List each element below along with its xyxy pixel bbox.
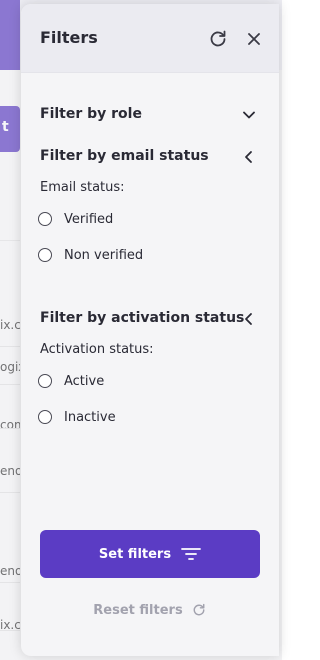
set-filters-button[interactable]: Set filters bbox=[40, 530, 260, 578]
drawer-title: Filters bbox=[40, 28, 98, 47]
radio-button[interactable] bbox=[38, 212, 52, 226]
reset-filters-button[interactable]: Reset filters bbox=[40, 598, 260, 622]
section-title-email-status[interactable]: Filter by email status bbox=[40, 148, 209, 164]
chevron-left-icon[interactable] bbox=[240, 310, 258, 328]
section-title-role[interactable]: Filter by role bbox=[40, 106, 142, 122]
radio-active[interactable]: Active bbox=[38, 370, 104, 392]
reset-filters-label: Reset filters bbox=[93, 602, 183, 618]
chevron-left-icon[interactable] bbox=[240, 148, 258, 166]
radio-label-non-verified: Non verified bbox=[64, 247, 144, 263]
close-icon[interactable] bbox=[243, 28, 265, 50]
radio-button[interactable] bbox=[38, 374, 52, 388]
radio-button[interactable] bbox=[38, 410, 52, 424]
radio-label-active: Active bbox=[64, 373, 105, 389]
radio-non-verified[interactable]: Non verified bbox=[38, 244, 143, 266]
radio-verified[interactable]: Verified bbox=[38, 208, 113, 230]
email-status-label: Email status: bbox=[40, 180, 125, 195]
section-title-activation-status[interactable]: Filter by activation status bbox=[40, 310, 244, 326]
activation-status-label: Activation status: bbox=[40, 342, 154, 357]
radio-button[interactable] bbox=[38, 248, 52, 262]
refresh-icon[interactable] bbox=[207, 28, 229, 50]
filter-icon bbox=[181, 548, 201, 560]
radio-inactive[interactable]: Inactive bbox=[38, 406, 116, 428]
radio-label-verified: Verified bbox=[64, 211, 114, 227]
refresh-icon bbox=[193, 603, 205, 616]
filters-drawer: Filters Filter by role Filter by email s… bbox=[21, 4, 279, 656]
set-filters-label: Set filters bbox=[98, 546, 172, 562]
radio-label-inactive: Inactive bbox=[64, 409, 116, 425]
chevron-down-icon[interactable] bbox=[240, 106, 258, 124]
drawer-header: Filters bbox=[21, 4, 279, 73]
